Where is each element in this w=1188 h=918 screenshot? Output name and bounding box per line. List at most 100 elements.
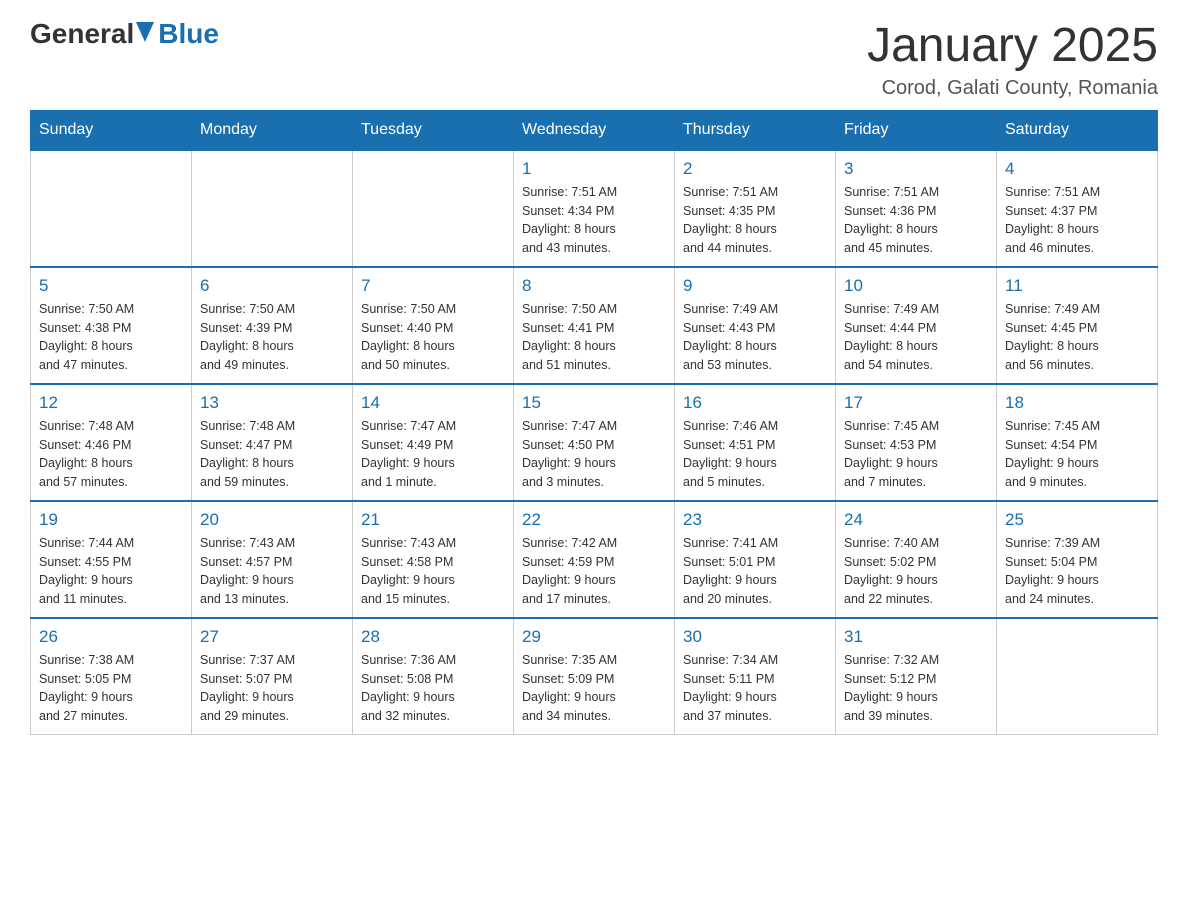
calendar-cell: 16 Sunrise: 7:46 AM Sunset: 4:51 PM Dayli…	[675, 384, 836, 501]
calendar-cell: 23Sunrise: 7:41 AM Sunset: 5:01 PM Dayli…	[675, 501, 836, 618]
day-info: Sunrise: 7:42 AM Sunset: 4:59 PM Dayligh…	[522, 534, 666, 609]
calendar-cell	[997, 618, 1158, 735]
calendar-header-row: SundayMondayTuesdayWednesdayThursdayFrid…	[31, 110, 1158, 150]
day-info: Sunrise: 7:50 AM Sunset: 4:41 PM Dayligh…	[522, 300, 666, 375]
calendar-cell	[31, 150, 192, 267]
calendar-cell: 19 Sunrise: 7:44 AM Sunset: 4:55 PM Dayli…	[31, 501, 192, 618]
day-number: 28	[361, 627, 505, 647]
day-number: 4	[1005, 159, 1149, 179]
calendar-cell: 1 Sunrise: 7:51 AM Sunset: 4:34 PM Daylig…	[514, 150, 675, 267]
calendar-week-row: 1 Sunrise: 7:51 AM Sunset: 4:34 PM Daylig…	[31, 150, 1158, 267]
day-info: Sunrise: 7:51 AM Sunset: 4:37 PM Dayligh…	[1005, 183, 1149, 258]
calendar-cell: 9 Sunrise: 7:49 AM Sunset: 4:43 PM Daylig…	[675, 267, 836, 384]
logo-general: General	[30, 20, 134, 48]
day-number: 25	[1005, 510, 1149, 530]
day-info: Sunrise: 7:49 AM Sunset: 4:44 PM Dayligh…	[844, 300, 988, 375]
day-info: Sunrise: 7:51 AM Sunset: 4:35 PM Dayligh…	[683, 183, 827, 258]
day-number: 12	[39, 393, 183, 413]
day-number: 24	[844, 510, 988, 530]
day-info: Sunrise: 7:48 AM Sunset: 4:46 PM Dayligh…	[39, 417, 183, 492]
calendar-cell: 28 Sunrise: 7:36 AM Sunset: 5:08 PM Dayli…	[353, 618, 514, 735]
day-number: 31	[844, 627, 988, 647]
day-number: 22	[522, 510, 666, 530]
calendar-cell: 18Sunrise: 7:45 AM Sunset: 4:54 PM Dayli…	[997, 384, 1158, 501]
day-number: 6	[200, 276, 344, 296]
logo: General Blue	[30, 20, 219, 48]
calendar-cell: 20Sunrise: 7:43 AM Sunset: 4:57 PM Dayli…	[192, 501, 353, 618]
day-number: 3	[844, 159, 988, 179]
calendar-cell: 22 Sunrise: 7:42 AM Sunset: 4:59 PM Dayli…	[514, 501, 675, 618]
calendar-cell: 24Sunrise: 7:40 AM Sunset: 5:02 PM Dayli…	[836, 501, 997, 618]
calendar-cell: 12 Sunrise: 7:48 AM Sunset: 4:46 PM Dayli…	[31, 384, 192, 501]
day-number: 20	[200, 510, 344, 530]
calendar-cell: 29 Sunrise: 7:35 AM Sunset: 5:09 PM Dayli…	[514, 618, 675, 735]
day-info: Sunrise: 7:32 AM Sunset: 5:12 PM Dayligh…	[844, 651, 988, 726]
day-number: 17	[844, 393, 988, 413]
day-info: Sunrise: 7:48 AM Sunset: 4:47 PM Dayligh…	[200, 417, 344, 492]
calendar-cell: 4 Sunrise: 7:51 AM Sunset: 4:37 PM Daylig…	[997, 150, 1158, 267]
day-number: 27	[200, 627, 344, 647]
title-area: January 2025 Corod, Galati County, Roman…	[867, 20, 1158, 100]
day-number: 23	[683, 510, 827, 530]
day-number: 15	[522, 393, 666, 413]
day-info: Sunrise: 7:35 AM Sunset: 5:09 PM Dayligh…	[522, 651, 666, 726]
day-number: 2	[683, 159, 827, 179]
day-info: Sunrise: 7:50 AM Sunset: 4:39 PM Dayligh…	[200, 300, 344, 375]
calendar-header-thursday: Thursday	[675, 110, 836, 150]
day-info: Sunrise: 7:43 AM Sunset: 4:58 PM Dayligh…	[361, 534, 505, 609]
day-number: 11	[1005, 276, 1149, 296]
calendar-header-monday: Monday	[192, 110, 353, 150]
calendar-cell: 14 Sunrise: 7:47 AM Sunset: 4:49 PM Dayli…	[353, 384, 514, 501]
month-title: January 2025	[867, 20, 1158, 73]
day-info: Sunrise: 7:49 AM Sunset: 4:43 PM Dayligh…	[683, 300, 827, 375]
calendar-cell: 27 Sunrise: 7:37 AM Sunset: 5:07 PM Dayli…	[192, 618, 353, 735]
day-number: 13	[200, 393, 344, 413]
calendar-week-row: 26Sunrise: 7:38 AM Sunset: 5:05 PM Dayli…	[31, 618, 1158, 735]
day-info: Sunrise: 7:38 AM Sunset: 5:05 PM Dayligh…	[39, 651, 183, 726]
calendar-week-row: 5Sunrise: 7:50 AM Sunset: 4:38 PM Daylig…	[31, 267, 1158, 384]
day-number: 18	[1005, 393, 1149, 413]
day-number: 1	[522, 159, 666, 179]
day-info: Sunrise: 7:46 AM Sunset: 4:51 PM Dayligh…	[683, 417, 827, 492]
calendar-week-row: 19 Sunrise: 7:44 AM Sunset: 4:55 PM Dayli…	[31, 501, 1158, 618]
calendar-cell: 17 Sunrise: 7:45 AM Sunset: 4:53 PM Dayli…	[836, 384, 997, 501]
location: Corod, Galati County, Romania	[867, 77, 1158, 100]
day-info: Sunrise: 7:44 AM Sunset: 4:55 PM Dayligh…	[39, 534, 183, 609]
day-info: Sunrise: 7:45 AM Sunset: 4:53 PM Dayligh…	[844, 417, 988, 492]
day-number: 21	[361, 510, 505, 530]
day-number: 9	[683, 276, 827, 296]
day-number: 5	[39, 276, 183, 296]
calendar-week-row: 12 Sunrise: 7:48 AM Sunset: 4:46 PM Dayli…	[31, 384, 1158, 501]
calendar-cell: 3 Sunrise: 7:51 AM Sunset: 4:36 PM Daylig…	[836, 150, 997, 267]
calendar-cell: 8 Sunrise: 7:50 AM Sunset: 4:41 PM Daylig…	[514, 267, 675, 384]
calendar-cell	[192, 150, 353, 267]
day-info: Sunrise: 7:34 AM Sunset: 5:11 PM Dayligh…	[683, 651, 827, 726]
logo-blue: Blue	[158, 20, 219, 48]
calendar-cell: 7 Sunrise: 7:50 AM Sunset: 4:40 PM Daylig…	[353, 267, 514, 384]
day-info: Sunrise: 7:36 AM Sunset: 5:08 PM Dayligh…	[361, 651, 505, 726]
calendar-cell: 13 Sunrise: 7:48 AM Sunset: 4:47 PM Dayli…	[192, 384, 353, 501]
page-header: General Blue January 2025 Corod, Galati …	[30, 20, 1158, 100]
calendar-cell: 11Sunrise: 7:49 AM Sunset: 4:45 PM Dayli…	[997, 267, 1158, 384]
day-number: 19	[39, 510, 183, 530]
calendar-cell	[353, 150, 514, 267]
day-number: 10	[844, 276, 988, 296]
day-info: Sunrise: 7:47 AM Sunset: 4:49 PM Dayligh…	[361, 417, 505, 492]
day-number: 29	[522, 627, 666, 647]
day-number: 7	[361, 276, 505, 296]
calendar-cell: 5Sunrise: 7:50 AM Sunset: 4:38 PM Daylig…	[31, 267, 192, 384]
calendar-cell: 26Sunrise: 7:38 AM Sunset: 5:05 PM Dayli…	[31, 618, 192, 735]
calendar-cell: 25Sunrise: 7:39 AM Sunset: 5:04 PM Dayli…	[997, 501, 1158, 618]
day-info: Sunrise: 7:37 AM Sunset: 5:07 PM Dayligh…	[200, 651, 344, 726]
day-info: Sunrise: 7:50 AM Sunset: 4:40 PM Dayligh…	[361, 300, 505, 375]
day-number: 14	[361, 393, 505, 413]
day-number: 8	[522, 276, 666, 296]
calendar-header-saturday: Saturday	[997, 110, 1158, 150]
day-info: Sunrise: 7:51 AM Sunset: 4:34 PM Dayligh…	[522, 183, 666, 258]
calendar-header-sunday: Sunday	[31, 110, 192, 150]
day-info: Sunrise: 7:51 AM Sunset: 4:36 PM Dayligh…	[844, 183, 988, 258]
calendar-cell: 6 Sunrise: 7:50 AM Sunset: 4:39 PM Daylig…	[192, 267, 353, 384]
calendar-cell: 10 Sunrise: 7:49 AM Sunset: 4:44 PM Dayli…	[836, 267, 997, 384]
day-number: 16	[683, 393, 827, 413]
calendar-cell: 31 Sunrise: 7:32 AM Sunset: 5:12 PM Dayli…	[836, 618, 997, 735]
